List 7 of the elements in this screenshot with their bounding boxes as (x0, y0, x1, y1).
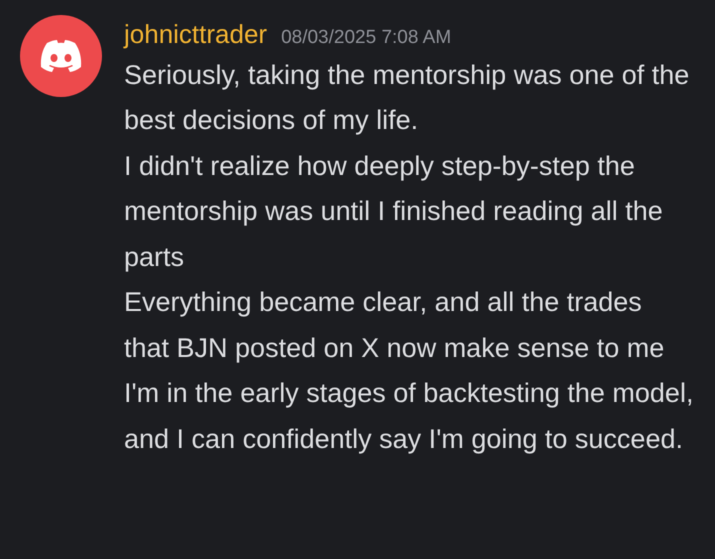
message-text: Seriously, taking the mentorship was one of the best decisions of my life. (124, 58, 690, 137)
game-controller-logo-icon (39, 39, 83, 73)
username[interactable]: johnicttrader (124, 16, 268, 52)
message-text: I didn't realize how deeply step-by-step the mentorship was until I finished reading all the parts (124, 150, 664, 274)
message-text: Everything became clear, and all the trades that BJN posted on X now make sense to me (124, 286, 666, 365)
message-text: I'm in the early stages of backtesting the model, and I can confidently say I'm going to succeed. (124, 377, 694, 456)
timestamp: 08/03/2025 7:08 AM (281, 26, 452, 50)
